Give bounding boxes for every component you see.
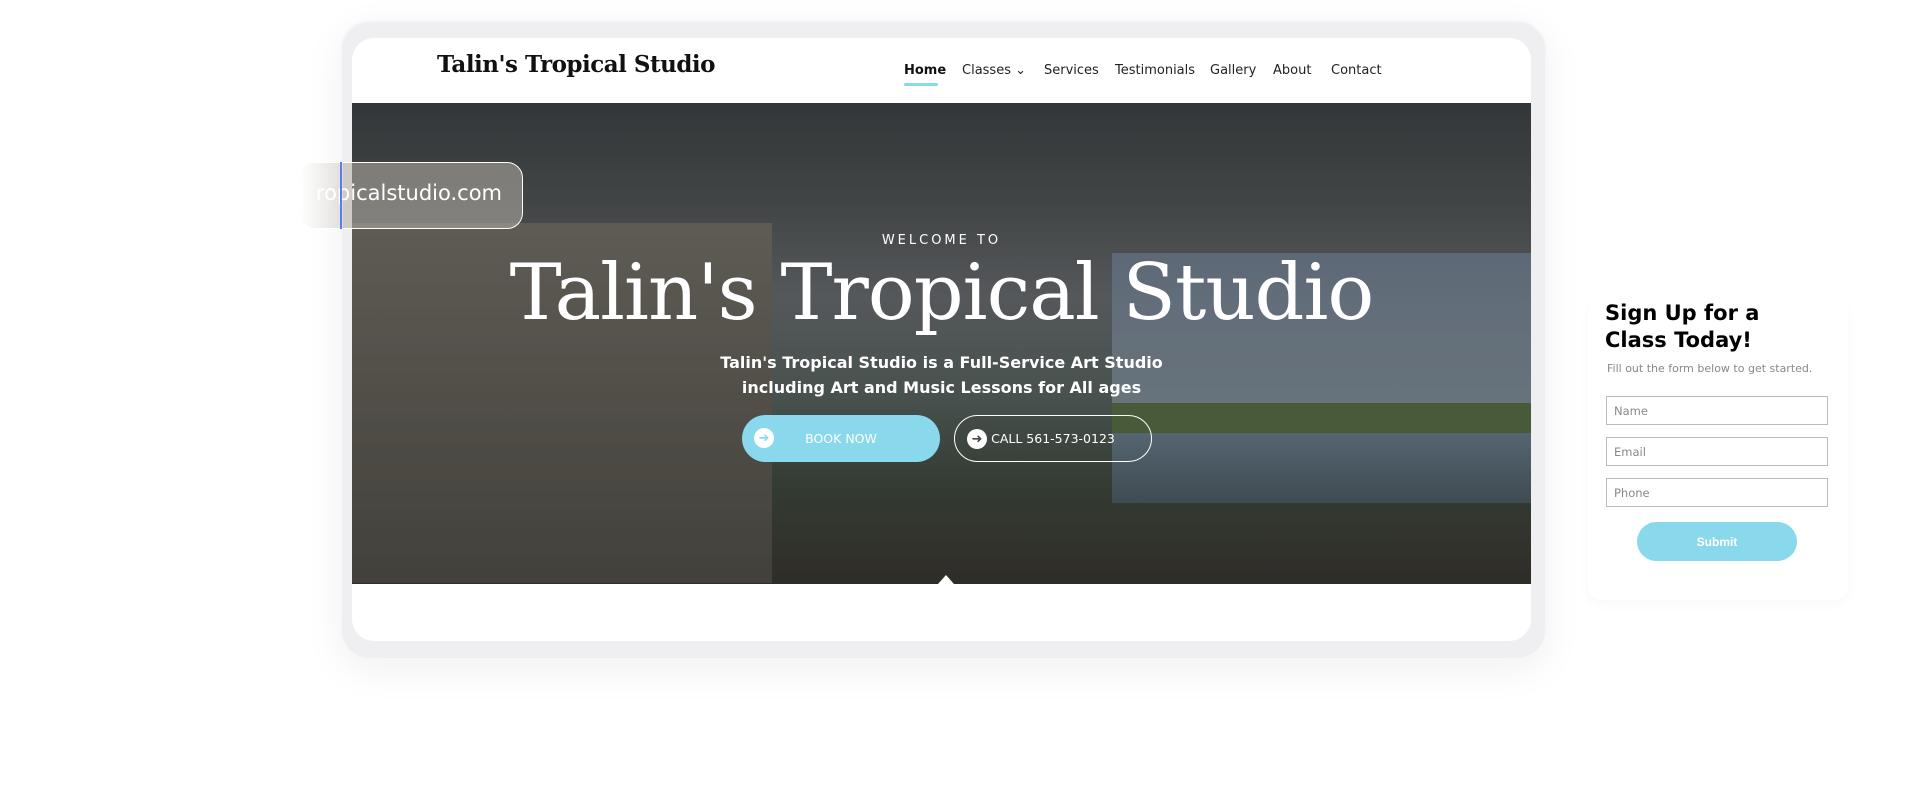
submit-button[interactable]: Submit xyxy=(1637,522,1797,561)
hero-section: WELCOME TO Talin's Tropical Studio Talin… xyxy=(352,103,1531,584)
hero-subtitle-line: including Art and Music Lessons for All … xyxy=(741,378,1142,397)
name-input[interactable]: Name xyxy=(1606,396,1828,425)
form-subtitle: Fill out the form below to get started. xyxy=(1607,362,1813,375)
phone-input[interactable]: Phone xyxy=(1606,478,1828,507)
email-input[interactable]: Email xyxy=(1606,437,1828,466)
form-heading-line: Class Today! xyxy=(1605,328,1752,352)
hero-title: Talin's Tropical Studio xyxy=(509,248,1375,338)
nav-testimonials[interactable]: Testimonials xyxy=(1115,63,1195,78)
call-button[interactable]: ➜ CALL 561-573-0123 xyxy=(954,415,1152,462)
fade-overlay xyxy=(301,163,343,228)
nav-gallery[interactable]: Gallery xyxy=(1210,63,1256,78)
call-label: CALL 561-573-0123 xyxy=(991,431,1115,446)
nav-about[interactable]: About xyxy=(1273,63,1311,78)
arrow-circle-right-icon: ➜ xyxy=(967,429,987,449)
hero-subtitle: Talin's Tropical Studio is a Full-Servic… xyxy=(352,350,1531,400)
nav-classes[interactable]: Classes ⌄ xyxy=(962,63,1026,78)
url-bar[interactable]: ropicalstudio.com xyxy=(300,162,523,229)
hero-subtitle-line: Talin's Tropical Studio is a Full-Servic… xyxy=(720,353,1163,372)
url-text: ropicalstudio.com xyxy=(315,181,502,205)
hero-overlay xyxy=(352,103,1531,584)
website-preview: Talin's Tropical Studio Home Classes ⌄ S… xyxy=(352,38,1531,641)
form-heading: Sign Up for a Class Today! xyxy=(1605,300,1759,354)
book-now-label: BOOK NOW xyxy=(805,431,877,446)
nav-home[interactable]: Home xyxy=(904,63,946,78)
nav-contact[interactable]: Contact xyxy=(1331,63,1382,78)
hero-eyebrow: WELCOME TO xyxy=(881,233,1002,248)
site-logo[interactable]: Talin's Tropical Studio xyxy=(437,51,716,78)
nav-services[interactable]: Services xyxy=(1044,63,1099,78)
section-divider-notch xyxy=(938,575,954,584)
arrow-circle-right-icon: ➜ xyxy=(754,428,774,448)
form-heading-line: Sign Up for a xyxy=(1605,301,1760,325)
active-underline xyxy=(904,83,938,86)
text-cursor xyxy=(340,162,342,229)
book-now-button[interactable]: ➜ BOOK NOW xyxy=(742,415,940,462)
